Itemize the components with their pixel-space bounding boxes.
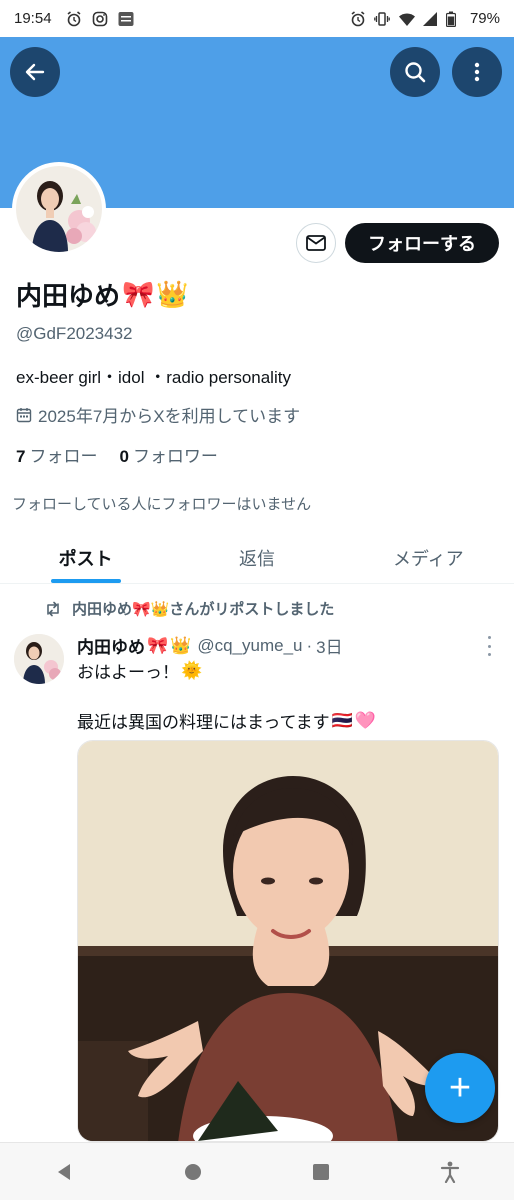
search-icon (405, 62, 426, 83)
repost-indicator[interactable]: 内田ゆめ🎀👑さんがリポストしました (44, 598, 334, 619)
post-text-1: おはよーっ！ (77, 663, 179, 682)
alarm-icon (66, 10, 82, 27)
post-author-name[interactable]: 内田ゆめ (77, 633, 145, 658)
vibrate-icon (374, 11, 390, 27)
joined-text: 2025年7月からXを利用しています (38, 407, 301, 426)
post-time[interactable]: 3日 (316, 633, 342, 658)
display-name-text: 内田ゆめ (16, 281, 121, 311)
calendar-icon (16, 407, 32, 422)
profile-handle: @GdF2023432 (16, 324, 133, 343)
active-tab-indicator (50, 579, 121, 583)
signal-icon (422, 11, 438, 27)
joined-date: 2025年7月からXを利用しています (16, 402, 300, 427)
search-button[interactable] (390, 47, 440, 97)
post-more-icon[interactable] (483, 636, 495, 656)
post-author-handle[interactable]: @cq_yume_u (197, 636, 302, 656)
ribbon-emoji: 🎀 (147, 635, 169, 655)
battery-icon (445, 11, 462, 27)
back-button[interactable] (10, 47, 60, 97)
tab-replies-label: 返信 (238, 548, 275, 569)
followers-link[interactable]: 0 フォロワー (119, 442, 217, 467)
post-text-2: 最近は異国の料理にはまってます (77, 713, 330, 732)
tab-media-label: メディア (392, 548, 464, 569)
following-count: 7 (16, 447, 26, 466)
post-header: 内田ゆめ 🎀 👑 @cq_yume_u · 3日 (77, 633, 343, 658)
showroom-icon (118, 11, 134, 27)
crown-emoji: 👑 (156, 279, 189, 309)
plus-icon: + (448, 1066, 472, 1109)
post-separator: · (306, 635, 313, 655)
sun-emoji: 🌞 (181, 660, 203, 680)
arrow-left-icon (25, 63, 45, 81)
thai-flag-emoji: 🇹🇭 (331, 710, 353, 730)
status-time: 19:54 (14, 10, 52, 27)
profile-stats: 7 フォロー 0 フォロワー (16, 442, 218, 467)
more-vertical-icon (474, 62, 480, 82)
status-bar: 19:54 79% (0, 0, 514, 37)
following-link[interactable]: 7 フォロー (16, 442, 97, 467)
nav-accessibility-button[interactable] (430, 1152, 470, 1192)
crown-emoji: 👑 (170, 635, 192, 655)
triangle-back-icon (58, 1163, 71, 1180)
alarm-icon (350, 10, 366, 27)
instagram-icon (92, 11, 108, 27)
compose-post-button[interactable]: + (425, 1053, 495, 1123)
tab-replies[interactable]: 返信 (171, 532, 342, 583)
post-text-line-2: 最近は異国の料理にはまってます 🇹🇭 🩷 (77, 708, 376, 733)
repost-icon (47, 601, 59, 616)
tab-posts[interactable]: ポスト (0, 532, 171, 583)
square-recents-icon (313, 1163, 330, 1180)
post-author-avatar[interactable] (14, 634, 64, 684)
tab-posts-label: ポスト (58, 548, 113, 569)
following-label: フォロー (29, 447, 98, 466)
post-text-line-1: おはよーっ！ 🌞 (77, 658, 202, 683)
envelope-icon (306, 235, 326, 251)
nav-home-button[interactable] (173, 1152, 213, 1192)
system-nav-bar (0, 1142, 514, 1200)
nav-back-button[interactable] (44, 1152, 84, 1192)
wifi-icon (398, 11, 415, 27)
followers-count: 0 (119, 447, 129, 466)
profile-avatar[interactable] (12, 162, 106, 256)
nav-recents-button[interactable] (301, 1152, 341, 1192)
profile-bio: ex-beer girl・idol ・radio personality (16, 368, 291, 387)
pink-heart-emoji: 🩷 (354, 710, 376, 730)
tab-media[interactable]: メディア (343, 532, 514, 583)
accessibility-icon (440, 1161, 459, 1183)
display-name: 内田ゆめ 🎀 👑 (16, 276, 189, 313)
battery-level: 79% (469, 10, 500, 27)
ribbon-emoji: 🎀 (122, 279, 155, 309)
more-options-button[interactable] (452, 47, 502, 97)
followers-label: フォロワー (132, 447, 218, 466)
message-button[interactable] (296, 223, 336, 263)
follow-button[interactable]: フォローする (345, 223, 499, 263)
repost-text: 内田ゆめ🎀👑さんがリポストしました (72, 601, 335, 618)
followers-you-know-text: フォローしている人にフォロワーはいません (12, 496, 312, 513)
circle-home-icon (184, 1163, 201, 1180)
profile-tabs: ポスト 返信 メディア (0, 532, 514, 584)
